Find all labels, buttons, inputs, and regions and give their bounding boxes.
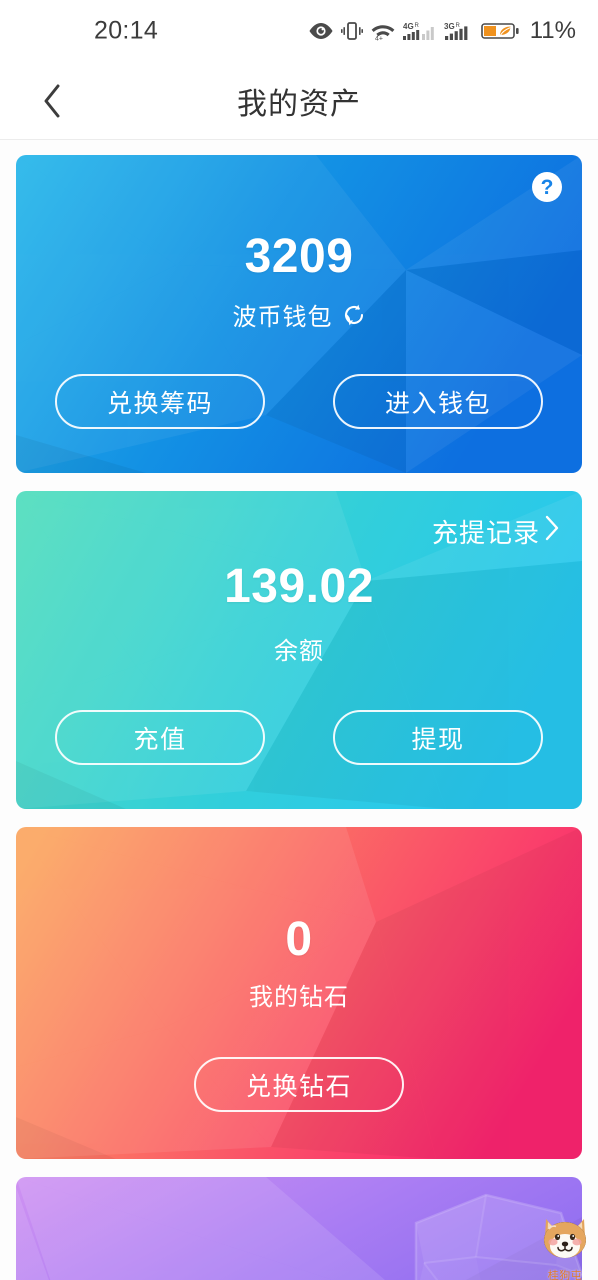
app-screen: 20:14 4+ 4G R 3G R 11% 我的资产 ? 3209 波币钱包 … bbox=[0, 0, 598, 1280]
page-title: 我的资产 bbox=[237, 88, 361, 121]
diamond-label-row: 我的钻石 bbox=[16, 977, 582, 1012]
refresh-icon[interactable] bbox=[342, 303, 366, 327]
enter-wallet-button[interactable]: 进入钱包 bbox=[333, 374, 543, 429]
svg-text:3G: 3G bbox=[444, 22, 455, 31]
svg-text:4+: 4+ bbox=[375, 36, 383, 41]
transaction-record-label: 充提记录 bbox=[431, 518, 540, 548]
recharge-button[interactable]: 充值 bbox=[55, 710, 265, 765]
diamond-card[interactable]: 0 我的钻石 兑换钻石 bbox=[16, 827, 582, 1159]
balance-label: 余额 bbox=[274, 638, 324, 665]
chevron-right-icon bbox=[544, 515, 560, 548]
balance-label-row: 余额 bbox=[16, 631, 582, 666]
exchange-chips-button[interactable]: 兑换筹码 bbox=[55, 374, 265, 429]
vibrate-icon bbox=[340, 21, 363, 41]
wallet-amount: 3209 bbox=[244, 230, 354, 283]
status-icon-group: 4+ 4G R 3G R 11% bbox=[308, 17, 576, 45]
question-mark-icon: ? bbox=[540, 175, 554, 199]
signal-3g-r-icon: 3G R bbox=[444, 21, 474, 41]
gem-card[interactable]: 100 bbox=[16, 1177, 582, 1280]
withdraw-button[interactable]: 提现 bbox=[333, 710, 543, 765]
wifi-icon: 4+ bbox=[370, 21, 396, 41]
svg-text:R: R bbox=[455, 23, 460, 29]
exchange-diamond-button[interactable]: 兑换钻石 bbox=[194, 1057, 404, 1112]
balance-amount: 139.02 bbox=[224, 560, 374, 613]
wallet-card[interactable]: ? 3209 波币钱包 兑换筹码 进入钱包 bbox=[16, 155, 582, 473]
diamond-amount: 0 bbox=[285, 913, 313, 966]
title-bar: 我的资产 bbox=[0, 62, 598, 140]
signal-4g-r-icon: 4G R bbox=[402, 21, 437, 41]
balance-button-row: 充值 提现 bbox=[16, 710, 582, 765]
transaction-record-link[interactable]: 充提记录 bbox=[432, 513, 560, 550]
balance-card[interactable]: 充提记录 139.02 余额 充值 提现 bbox=[16, 491, 582, 809]
shiba-assistant-caption: 桂狗屯 bbox=[547, 1270, 583, 1280]
wallet-button-row: 兑换筹码 进入钱包 bbox=[16, 374, 582, 429]
status-bar: 20:14 4+ 4G R 3G R 11% bbox=[0, 0, 598, 62]
asset-card-list: ? 3209 波币钱包 兑换筹码 进入钱包 充提记录 139.02 余额 充值 … bbox=[0, 140, 598, 1280]
battery-saver-icon bbox=[480, 20, 521, 42]
shiba-assistant-button[interactable]: 桂狗屯 bbox=[536, 1215, 594, 1280]
svg-text:4G: 4G bbox=[403, 22, 414, 31]
svg-text:R: R bbox=[414, 23, 419, 29]
diamond-label: 我的钻石 bbox=[249, 984, 349, 1011]
wallet-label: 波币钱包 bbox=[232, 304, 333, 331]
wallet-label-row[interactable]: 波币钱包 bbox=[16, 297, 582, 332]
battery-percent-label: 11% bbox=[529, 17, 576, 44]
diamond-button-row: 兑换钻石 bbox=[16, 1057, 582, 1112]
shiba-dog-icon bbox=[539, 1215, 591, 1266]
wallet-help-button[interactable]: ? bbox=[532, 172, 562, 202]
eye-care-icon bbox=[308, 22, 334, 40]
status-clock: 20:14 bbox=[94, 16, 159, 45]
